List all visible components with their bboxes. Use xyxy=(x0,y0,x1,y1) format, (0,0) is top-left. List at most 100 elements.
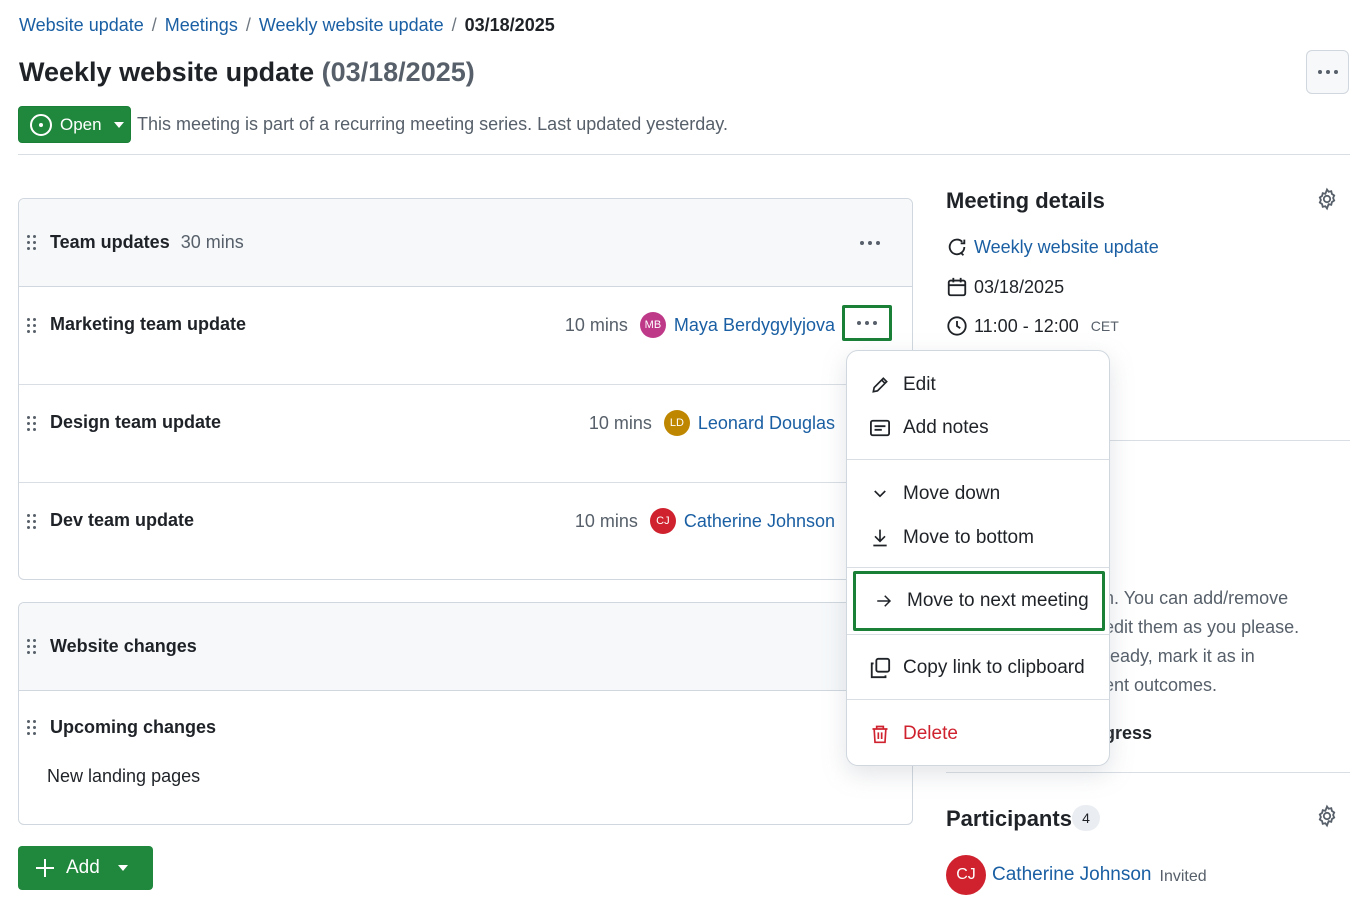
series-link[interactable]: Weekly website update xyxy=(974,237,1159,258)
breadcrumb-current: 03/18/2025 xyxy=(464,15,555,35)
section-header: Website changes xyxy=(19,603,912,691)
participant-name-link[interactable]: Catherine Johnson xyxy=(992,864,1152,886)
breadcrumb: Website update / Meetings / Weekly websi… xyxy=(19,15,555,36)
menu-item-label: Edit xyxy=(903,374,936,395)
menu-item-label: Delete xyxy=(903,723,958,744)
more-dot xyxy=(857,321,861,325)
time-row: 11:00 - 12:00 CET xyxy=(946,315,1119,337)
agenda-item-duration: 10 mins xyxy=(588,412,652,433)
help-text-line: edit them as you please. xyxy=(1104,617,1300,637)
breadcrumb-separator: / xyxy=(451,15,457,35)
breadcrumb-separator: / xyxy=(245,15,251,35)
add-agenda-button[interactable]: Add xyxy=(18,846,153,890)
section-more-button[interactable] xyxy=(846,225,894,261)
page-more-button[interactable] xyxy=(1306,50,1349,94)
agenda-item-title: Upcoming changes xyxy=(50,717,217,737)
agenda-item-duration: 10 mins xyxy=(564,314,628,335)
participants-count-badge: 4 xyxy=(1072,805,1100,831)
agenda-item-context-menu: Edit Add notes Move down Move to bottom … xyxy=(846,350,1110,766)
menu-item-add-notes[interactable]: Add notes xyxy=(847,408,1109,448)
agenda-item: Dev team update 10 mins CJ Catherine Joh… xyxy=(19,483,912,579)
more-dot xyxy=(873,321,877,325)
menu-item-move-to-bottom[interactable]: Move to bottom xyxy=(847,518,1109,558)
gear-icon[interactable] xyxy=(1315,187,1339,211)
gear-icon[interactable] xyxy=(1315,804,1339,828)
menu-item-edit[interactable]: Edit xyxy=(847,365,1109,405)
agenda-item-meta: 10 mins MB Maya Berdygylyjova xyxy=(565,312,835,338)
more-dot xyxy=(1333,70,1338,74)
avatar: MB xyxy=(639,312,666,338)
agenda-item-title: Design team update xyxy=(50,412,222,432)
avatar: CJ xyxy=(649,508,676,534)
breadcrumb-link-project[interactable]: Website update xyxy=(19,15,144,36)
menu-item-delete[interactable]: Delete xyxy=(847,714,1109,754)
section-title: Website changes xyxy=(50,636,197,656)
agenda-item-meta: 10 mins CJ Catherine Johnson xyxy=(575,508,835,534)
menu-item-label: Move to bottom xyxy=(903,527,1034,548)
add-label: Add xyxy=(66,857,100,878)
agenda-item-duration: 10 mins xyxy=(574,510,638,531)
menu-divider xyxy=(847,699,1109,700)
agenda-section: Website changes Upcoming changes New lan… xyxy=(18,602,913,825)
presenter-link[interactable]: Catherine Johnson xyxy=(684,511,835,532)
clock-icon xyxy=(947,316,967,336)
avatar: CJ xyxy=(946,855,986,895)
drag-handle-icon[interactable] xyxy=(27,318,36,333)
agenda-item: Marketing team update 10 mins MB Maya Be… xyxy=(19,287,912,385)
more-dot xyxy=(860,240,864,245)
meeting-time: 11:00 - 12:00 xyxy=(974,315,1079,336)
trash-icon xyxy=(869,723,891,745)
series-row: Weekly website update xyxy=(946,236,1159,258)
sidebar-divider xyxy=(946,772,1350,773)
sidebar-help-text: n. You can add/remove edit them as you p… xyxy=(1104,584,1299,700)
section-header: Team updates 30 mins xyxy=(19,199,912,287)
drag-handle-icon[interactable] xyxy=(27,514,36,529)
participant-status: Invited xyxy=(1159,867,1207,885)
breadcrumb-link-series[interactable]: Weekly website update xyxy=(259,15,444,36)
drag-handle-icon[interactable] xyxy=(27,639,36,654)
item-more-button[interactable] xyxy=(842,305,892,341)
meeting-details-heading: Meeting details xyxy=(946,188,1105,213)
menu-item-move-down[interactable]: Move down xyxy=(847,474,1109,514)
page-title-text: Weekly website update xyxy=(19,57,315,87)
drag-handle-icon[interactable] xyxy=(27,416,36,431)
menu-divider xyxy=(847,634,1109,635)
drag-handle-icon[interactable] xyxy=(27,720,36,735)
menu-item-copy-link[interactable]: Copy link to clipboard xyxy=(847,648,1109,688)
menu-item-label: Move down xyxy=(903,483,1001,504)
help-text-line: n. You can add/remove xyxy=(1104,588,1289,608)
calendar-icon xyxy=(947,277,967,297)
breadcrumb-link-meetings[interactable]: Meetings xyxy=(165,15,238,36)
agenda-item-title: Marketing team update xyxy=(50,314,247,334)
open-status-icon xyxy=(30,113,52,136)
agenda-item-meta: 10 mins LD Leonard Douglas xyxy=(589,410,835,436)
more-dot xyxy=(1325,70,1330,74)
presenter-link[interactable]: Leonard Douglas xyxy=(698,413,835,434)
presenter-link[interactable]: Maya Berdygylyjova xyxy=(674,315,835,336)
participant-row: CJ Catherine Johnson Invited xyxy=(946,855,1207,895)
drag-handle-icon[interactable] xyxy=(27,235,36,250)
agenda-item: Design team update 10 mins LD Leonard Do… xyxy=(19,385,912,483)
meeting-timezone: CET xyxy=(1090,318,1119,334)
menu-item-label: Add notes xyxy=(903,417,989,438)
chevron-down-icon xyxy=(869,483,891,505)
status-label: Open xyxy=(60,114,102,134)
recurring-icon xyxy=(948,238,966,256)
help-text-line: ent outcomes. xyxy=(1104,675,1218,695)
page-title-date: (03/18/2025) xyxy=(321,57,475,87)
agenda-section: Team updates 30 mins Marketing team upda… xyxy=(18,198,913,580)
avatar: LD xyxy=(663,410,690,436)
header-divider xyxy=(18,154,1350,155)
meeting-date: 03/18/2025 xyxy=(974,276,1065,297)
menu-divider xyxy=(847,567,1109,568)
caret-down-icon xyxy=(117,865,128,871)
menu-item-move-to-next-meeting[interactable]: Move to next meeting xyxy=(853,571,1105,631)
agenda-item-title: Dev team update xyxy=(50,510,195,530)
pencil-icon xyxy=(869,374,891,396)
menu-item-label: Copy link to clipboard xyxy=(903,657,1085,678)
page-title: Weekly website update (03/18/2025) xyxy=(19,57,475,88)
menu-divider xyxy=(847,459,1109,460)
status-dropdown-button[interactable]: Open xyxy=(18,106,131,143)
move-to-bottom-icon xyxy=(869,527,891,549)
status-description: This meeting is part of a recurring meet… xyxy=(137,114,728,134)
